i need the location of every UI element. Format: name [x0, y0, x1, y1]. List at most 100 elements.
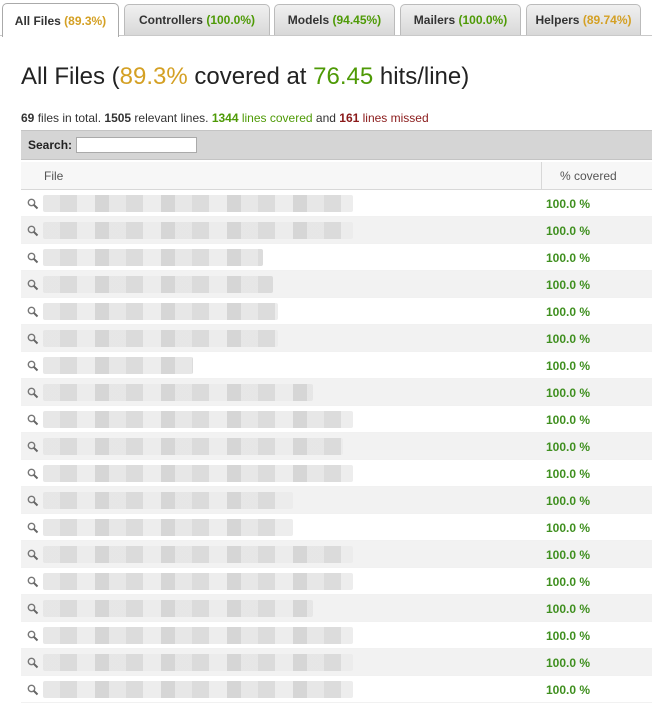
missed-text: lines missed: [359, 111, 429, 125]
redacted-file-name[interactable]: [43, 249, 263, 266]
tab-percent: (100.0%): [458, 13, 508, 27]
table-row[interactable]: 100.0 %: [21, 622, 652, 649]
file-group-tabs: All Files (89.3%) Controllers (100.0%) M…: [0, 0, 652, 37]
covered-text: lines covered: [238, 111, 313, 125]
tab-percent: (100.0%): [206, 13, 256, 27]
table-row[interactable]: 100.0 %: [21, 406, 652, 433]
magnifier-icon[interactable]: [27, 656, 39, 669]
redacted-file-name[interactable]: [43, 600, 313, 617]
table-row[interactable]: 100.0 %: [21, 352, 652, 379]
magnifier-icon[interactable]: [27, 602, 39, 615]
tab-percent: (94.45%): [332, 13, 382, 27]
magnifier-icon[interactable]: [27, 575, 39, 588]
magnifier-icon[interactable]: [27, 494, 39, 507]
table-row[interactable]: 100.0 %: [21, 676, 652, 703]
redacted-file-name[interactable]: [43, 222, 353, 239]
table-row[interactable]: 100.0 %: [21, 190, 652, 217]
tab-all-files[interactable]: All Files (89.3%): [2, 3, 119, 37]
redacted-file-name[interactable]: [43, 519, 293, 536]
table-row[interactable]: 100.0 %: [21, 379, 652, 406]
title-mid: covered at: [187, 63, 314, 90]
magnifier-icon[interactable]: [27, 224, 39, 237]
redacted-file-name[interactable]: [43, 546, 353, 563]
table-row[interactable]: 100.0 %: [21, 649, 652, 676]
coverage-percent: 100.0 %: [546, 520, 591, 535]
coverage-percent: 100.0 %: [546, 547, 591, 562]
title-prefix: All Files (: [21, 63, 120, 90]
table-row[interactable]: 100.0 %: [21, 595, 652, 622]
coverage-summary: 69 files in total. 1505 relevant lines. …: [21, 111, 429, 125]
redacted-file-name[interactable]: [43, 411, 353, 428]
magnifier-icon[interactable]: [27, 467, 39, 480]
table-row[interactable]: 100.0 %: [21, 514, 652, 541]
tab-helpers[interactable]: Helpers (89.74%): [526, 4, 641, 35]
search-input[interactable]: [76, 137, 198, 153]
column-header-covered[interactable]: % covered: [560, 162, 617, 190]
redacted-file-name[interactable]: [43, 195, 353, 212]
coverage-percent: 100.0 %: [546, 628, 591, 643]
title-suffix: hits/line): [373, 63, 470, 90]
coverage-percent: 100.0 %: [546, 574, 591, 589]
magnifier-icon[interactable]: [27, 683, 39, 696]
tab-label: Models: [287, 13, 330, 27]
magnifier-icon[interactable]: [27, 413, 39, 426]
magnifier-icon[interactable]: [27, 332, 39, 345]
table-row[interactable]: 100.0 %: [21, 244, 652, 271]
tab-controllers[interactable]: Controllers (100.0%): [124, 4, 270, 35]
redacted-file-name[interactable]: [43, 627, 353, 644]
redacted-file-name[interactable]: [43, 492, 293, 509]
redacted-file-name[interactable]: [43, 573, 353, 590]
redacted-file-name[interactable]: [43, 438, 343, 455]
coverage-percent: 100.0 %: [546, 601, 591, 616]
table-row[interactable]: 100.0 %: [21, 271, 652, 298]
file-count: 69: [21, 111, 35, 125]
redacted-file-name[interactable]: [43, 357, 193, 374]
table-row[interactable]: 100.0 %: [21, 217, 652, 244]
tab-percent: (89.3%): [64, 13, 107, 28]
magnifier-icon[interactable]: [27, 278, 39, 291]
missed-lines-count: 161: [339, 111, 360, 125]
magnifier-icon[interactable]: [27, 521, 39, 534]
tab-models[interactable]: Models (94.45%): [274, 4, 395, 35]
file-table-header: File % covered: [21, 162, 652, 190]
table-row[interactable]: 100.0 %: [21, 568, 652, 595]
page-title: All Files (89.3% covered at 76.45 hits/l…: [21, 63, 469, 91]
title-hits-per-line: 76.45: [313, 63, 374, 90]
tab-label: Helpers: [535, 13, 580, 27]
coverage-percent: 100.0 %: [546, 682, 591, 697]
tab-mailers[interactable]: Mailers (100.0%): [400, 4, 521, 35]
coverage-percent: 100.0 %: [546, 412, 591, 427]
search-label: Search:: [28, 138, 73, 152]
table-row[interactable]: 100.0 %: [21, 460, 652, 487]
column-header-file[interactable]: File: [44, 162, 63, 190]
relevant-lines-count: 1505: [104, 111, 132, 125]
redacted-file-name[interactable]: [43, 681, 353, 698]
relevant-text: relevant lines.: [131, 111, 212, 125]
coverage-percent: 100.0 %: [546, 304, 591, 319]
table-row[interactable]: 100.0 %: [21, 487, 652, 514]
coverage-percent: 100.0 %: [546, 358, 591, 373]
column-divider: [541, 162, 542, 190]
magnifier-icon[interactable]: [27, 440, 39, 453]
table-row[interactable]: 100.0 %: [21, 433, 652, 460]
magnifier-icon[interactable]: [27, 305, 39, 318]
table-row[interactable]: 100.0 %: [21, 541, 652, 568]
coverage-percent: 100.0 %: [546, 250, 591, 265]
magnifier-icon[interactable]: [27, 251, 39, 264]
redacted-file-name[interactable]: [43, 330, 278, 347]
table-row[interactable]: 100.0 %: [21, 325, 652, 352]
redacted-file-name[interactable]: [43, 384, 313, 401]
redacted-file-name[interactable]: [43, 465, 353, 482]
files-text: files in total.: [34, 111, 105, 125]
magnifier-icon[interactable]: [27, 197, 39, 210]
magnifier-icon[interactable]: [27, 359, 39, 372]
magnifier-icon[interactable]: [27, 386, 39, 399]
redacted-file-name[interactable]: [43, 276, 273, 293]
redacted-file-name[interactable]: [43, 303, 278, 320]
table-row[interactable]: 100.0 %: [21, 298, 652, 325]
search-bar: Search:: [21, 130, 652, 160]
magnifier-icon[interactable]: [27, 548, 39, 561]
magnifier-icon[interactable]: [27, 629, 39, 642]
tab-label: Controllers: [138, 13, 203, 27]
redacted-file-name[interactable]: [43, 654, 353, 671]
